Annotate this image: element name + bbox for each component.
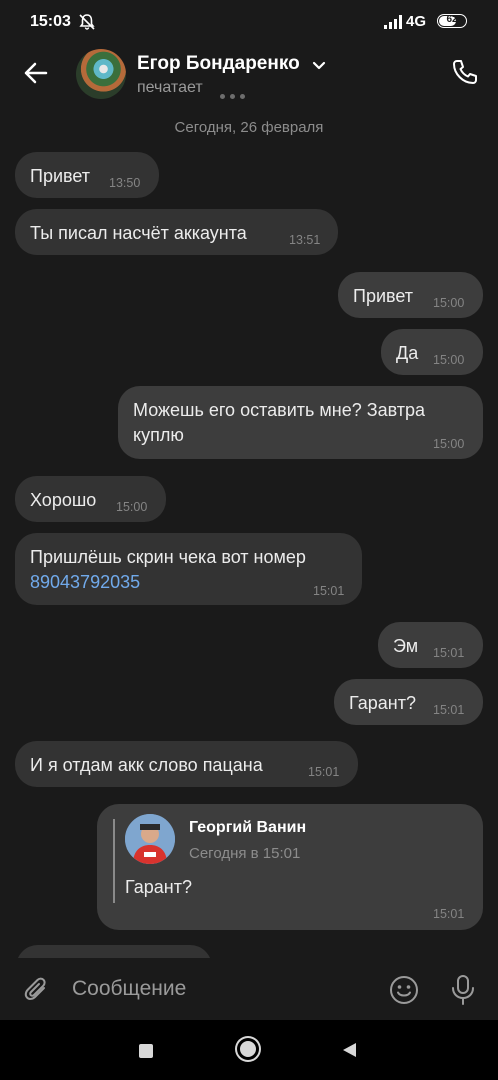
message-bubble-incoming[interactable]: Ты писал насчёт аккаунта 13:51 [15, 209, 338, 255]
message-bubble-outgoing[interactable]: Гарант? 15:01 [334, 679, 483, 725]
contact-name[interactable]: Егор Бондаренко [137, 53, 300, 75]
message-time: 15:01 [313, 584, 345, 598]
chat-header: Егор Бондаренко печатает [0, 44, 498, 106]
status-bar: 15:03 4G 62 [0, 0, 498, 44]
message-text: Ты писал насчёт аккаунта [30, 223, 247, 243]
message-bubble-incoming[interactable]: Пришлёшь скрин чека вот номер 8904379203… [15, 533, 362, 605]
muted-bell-icon [78, 13, 96, 36]
forwarded-message-bubble[interactable]: Георгий Ванин Сегодня в 15:01 Гарант? 15… [97, 804, 483, 930]
recent-apps-button[interactable] [139, 1044, 153, 1058]
message-text: И я отдам акк слово пацана [30, 755, 263, 775]
microphone-icon[interactable] [450, 974, 476, 1011]
message-bubble-incoming[interactable]: Хорошо 15:00 [15, 476, 166, 522]
message-time: 15:01 [433, 703, 465, 717]
network-type: 4G [406, 13, 427, 30]
message-bubble-outgoing[interactable]: Можешь его оставить мне? Завтра куплю 15… [118, 386, 483, 459]
message-text: Эм [393, 636, 419, 656]
forwarded-author-name[interactable]: Георгий Ванин [189, 819, 306, 837]
message-text: Привет [30, 166, 91, 186]
message-time: 15:00 [433, 437, 465, 451]
message-input[interactable]: Сообщение [72, 977, 186, 1001]
message-bubble-outgoing[interactable]: Да 15:00 [381, 329, 483, 375]
message-time: 15:01 [433, 907, 465, 921]
attach-paperclip-icon[interactable] [22, 975, 52, 1010]
message-text: Да [396, 343, 419, 363]
message-time: 13:51 [289, 233, 321, 247]
message-bubble-incoming[interactable]: Привет 13:50 [15, 152, 159, 198]
message-bubble-outgoing[interactable]: Привет 15:00 [338, 272, 483, 318]
contact-avatar[interactable] [76, 49, 126, 99]
message-text: Гарант? [349, 693, 416, 713]
status-time: 15:03 [30, 13, 71, 30]
forwarded-author-avatar[interactable] [125, 814, 175, 864]
emoji-smile-icon[interactable] [389, 975, 419, 1010]
message-bubble-outgoing[interactable]: Эм 15:01 [378, 622, 483, 668]
system-navigation-bar [0, 1020, 498, 1080]
battery-level: 62 [446, 14, 458, 25]
typing-status: печатает [137, 79, 203, 96]
phone-call-icon[interactable] [450, 57, 480, 92]
date-separator: Сегодня, 26 февраля [174, 119, 324, 136]
message-time: 15:00 [433, 353, 465, 367]
back-arrow-icon[interactable] [20, 58, 50, 93]
typing-dots-icon [220, 86, 250, 104]
message-text: Хорошо [30, 490, 97, 510]
message-time: 15:01 [308, 765, 340, 779]
forwarded-time: Сегодня в 15:01 [189, 845, 301, 862]
message-text-line: куплю [133, 425, 184, 445]
message-text-line: Пришлёшь скрин чека вот номер [30, 547, 306, 567]
message-text-line: Можешь его оставить мне? Завтра [133, 400, 426, 420]
home-button[interactable] [237, 1038, 259, 1060]
quote-bar [113, 819, 115, 903]
message-text: Привет [353, 286, 414, 306]
message-time: 15:00 [116, 500, 148, 514]
message-bubble-incoming[interactable]: И я отдам акк слово пацана 15:01 [15, 741, 358, 787]
battery-icon: 62 [437, 14, 467, 28]
phone-number-link[interactable]: 89043792035 [30, 570, 140, 595]
message-time: 13:50 [109, 176, 141, 190]
message-composer: Сообщение [0, 958, 498, 1020]
message-time: 15:00 [433, 296, 465, 310]
nav-back-icon[interactable] [341, 1042, 357, 1063]
message-time: 15:01 [433, 646, 465, 660]
chevron-down-icon[interactable] [311, 59, 327, 77]
forwarded-text: Гарант? [125, 877, 192, 897]
signal-icon [384, 15, 404, 34]
